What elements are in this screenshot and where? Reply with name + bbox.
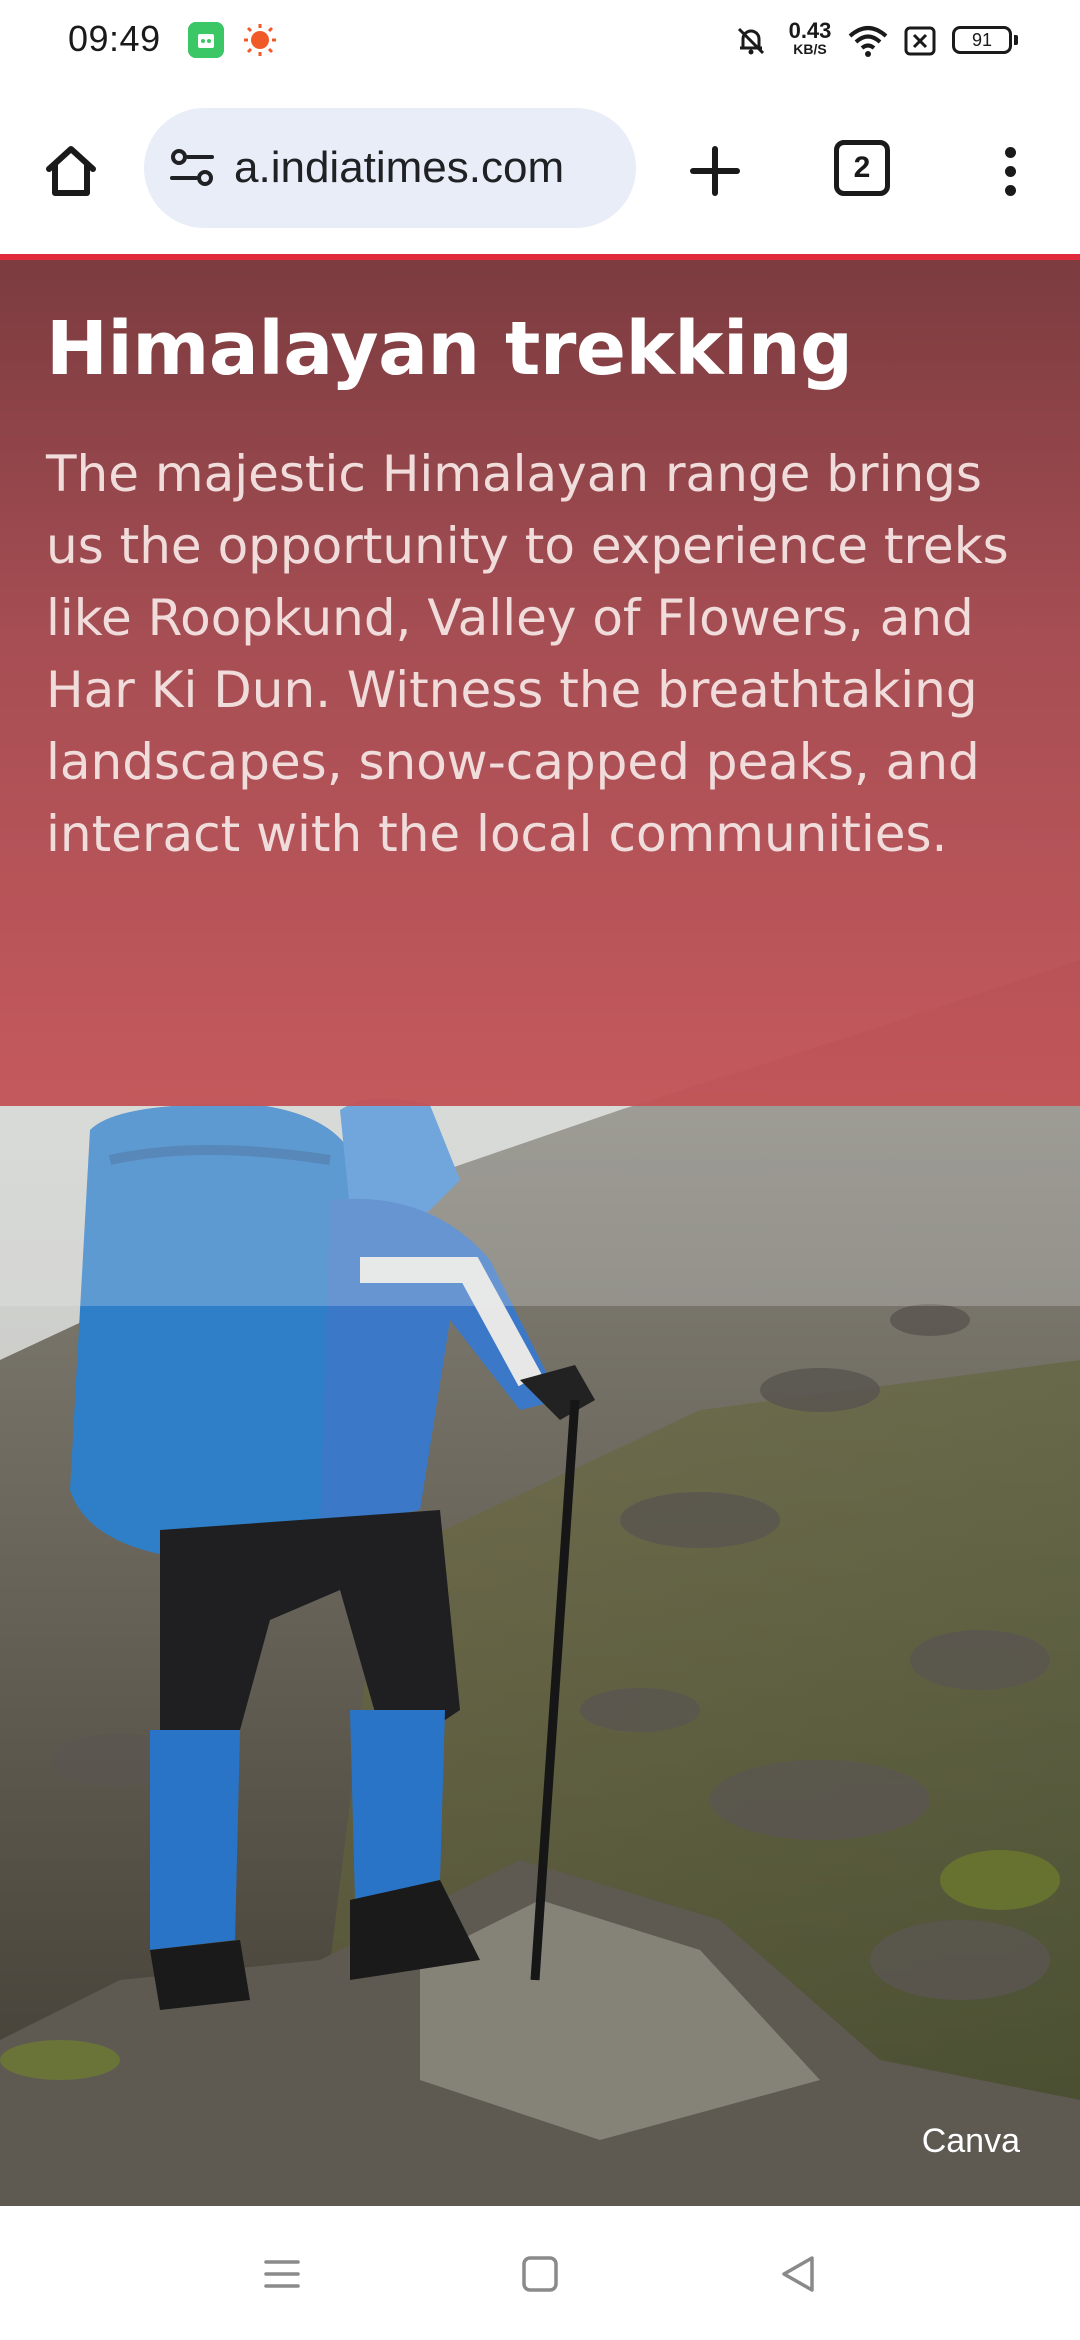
recents-button[interactable] (252, 2244, 312, 2304)
tab-switcher-icon[interactable]: 2 (834, 140, 890, 196)
sim-off-icon (904, 26, 936, 56)
article-slide: Himalayan trekking The majestic Himalaya… (0, 260, 1080, 2206)
home-icon (46, 146, 96, 196)
new-tab-button[interactable] (680, 136, 750, 206)
back-nav-button[interactable] (768, 2244, 828, 2304)
address-bar[interactable]: a.indiatimes.com (144, 108, 636, 228)
article-title: Himalayan trekking (46, 306, 853, 392)
app-notification-icon (188, 22, 224, 58)
home-square-icon (522, 2256, 558, 2292)
image-credit: Canva (921, 2122, 1020, 2160)
browser-toolbar: a.indiatimes.com 2 (0, 84, 1080, 254)
site-settings-icon[interactable] (166, 142, 218, 194)
home-nav-button[interactable] (510, 2244, 570, 2304)
mute-bell-icon (734, 24, 768, 58)
article-text-panel: Himalayan trekking The majestic Himalaya… (0, 260, 1080, 1106)
status-time: 09:49 (68, 18, 161, 59)
home-button[interactable] (36, 136, 106, 206)
battery-level: 91 (971, 30, 993, 50)
tab-count: 2 (853, 151, 871, 184)
status-bar: 09:49 0.43 KB/S 91 (0, 0, 1080, 84)
back-triangle-icon (782, 2256, 814, 2292)
more-menu-icon[interactable] (990, 136, 1030, 206)
wifi-icon (848, 24, 888, 58)
recents-icon (264, 2260, 300, 2288)
sun-notification-icon (242, 22, 278, 58)
system-nav-bar (0, 2206, 1080, 2340)
article-body: The majestic Himalayan range brings us t… (46, 445, 1009, 863)
network-speed-value: 0.43 (788, 18, 832, 43)
battery-icon: 91 (952, 26, 1018, 54)
url-text: a.indiatimes.com (234, 143, 565, 192)
network-speed: 0.43 KB/S (780, 18, 840, 57)
network-speed-unit: KB/S (793, 41, 827, 57)
new-tab-icon (690, 146, 740, 196)
